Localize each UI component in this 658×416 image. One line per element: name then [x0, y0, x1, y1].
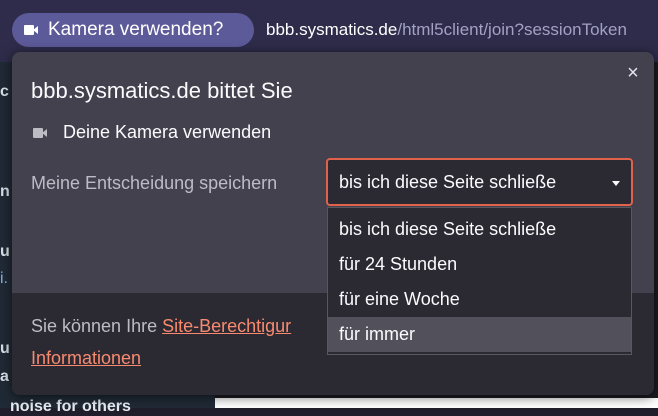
- url-domain: bbb.sysmatics.de: [266, 20, 398, 39]
- camera-icon: [24, 25, 38, 35]
- remember-duration-select[interactable]: bis ich diese Seite schließe: [326, 158, 633, 206]
- chevron-down-icon: [612, 181, 620, 186]
- page-content-area: [215, 398, 658, 408]
- dropdown-option[interactable]: bis ich diese Seite schließe: [328, 212, 631, 247]
- footer-prefix: Sie können Ihre: [31, 316, 163, 336]
- page-text-fragment: i.: [0, 270, 8, 287]
- footer-text: Sie können Ihre Site-Berechtigur: [31, 316, 291, 337]
- close-icon[interactable]: ×: [622, 62, 644, 84]
- dropdown-option[interactable]: für 24 Stunden: [328, 247, 631, 282]
- page-text-fragment: n: [0, 183, 10, 200]
- permission-request-pill[interactable]: Kamera verwenden?: [12, 13, 254, 47]
- more-information-link[interactable]: Informationen: [31, 348, 141, 368]
- remember-duration-dropdown: bis ich diese Seite schließe für 24 Stun…: [327, 207, 632, 355]
- footer-line-2: Informationen: [31, 348, 141, 369]
- url-path: /html5client/join?sessionToken: [397, 20, 627, 39]
- select-value: bis ich diese Seite schließe: [339, 171, 557, 192]
- page-bottom-text: noise for others: [10, 398, 131, 415]
- site-permissions-link[interactable]: Site-Berechtigur: [162, 316, 291, 336]
- url-field[interactable]: bbb.sysmatics.de/html5client/join?sessio…: [266, 20, 627, 40]
- remember-decision-label: Meine Entscheidung speichern: [31, 173, 278, 193]
- dropdown-option-highlighted[interactable]: für immer: [328, 317, 631, 352]
- permission-pill-label: Kamera verwenden?: [48, 19, 224, 40]
- page-text-fragment: a: [0, 368, 9, 385]
- camera-icon: [33, 127, 47, 138]
- page-text-fragment: u: [0, 243, 10, 260]
- permission-label: Deine Kamera verwenden: [63, 122, 272, 142]
- dropdown-option[interactable]: für eine Woche: [328, 282, 631, 317]
- permission-row: Deine Kamera verwenden: [33, 122, 271, 143]
- popup-title: bbb.sysmatics.de bittet Sie: [31, 78, 293, 103]
- page-text-fragment: c: [0, 83, 9, 100]
- page-text-fragment: u: [0, 340, 10, 357]
